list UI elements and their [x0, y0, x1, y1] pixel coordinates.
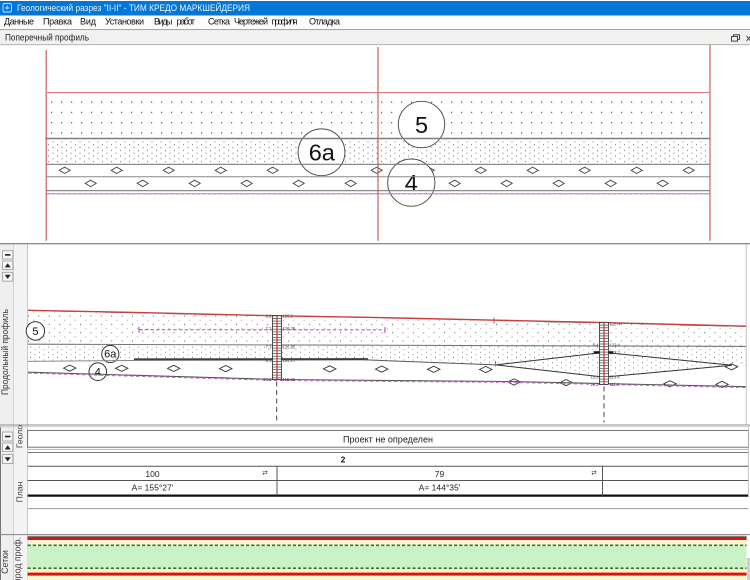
svg-text:2.2: 2.2 — [266, 314, 272, 319]
svg-text:Чертежей: Чертежей — [234, 17, 268, 27]
svg-text:122.2: 122.2 — [610, 350, 621, 355]
svg-text:Геоло: Геоло — [14, 425, 24, 449]
svg-text:7.3: 7.3 — [266, 345, 272, 350]
svg-text:Продольный профиль: Продольный профиль — [0, 309, 10, 395]
svg-text:А= 144°35': А= 144°35' — [419, 482, 461, 492]
svg-text:16.2: 16.2 — [590, 382, 599, 387]
svg-text:111.4: 111.4 — [610, 382, 621, 387]
svg-text:6а: 6а — [104, 349, 117, 361]
svg-text:Виды: Виды — [154, 17, 173, 27]
svg-text:Сетки: Сетки — [0, 550, 10, 574]
svg-text:100: 100 — [145, 469, 159, 479]
svg-text:работ: работ — [177, 17, 196, 27]
svg-text:115.28: 115.28 — [283, 377, 296, 382]
svg-text:Установки: Установки — [105, 17, 144, 27]
svg-text:Отладка: Отладка — [309, 17, 340, 27]
svg-text:Данные: Данные — [4, 17, 34, 27]
svg-text:7.2: 7.2 — [266, 326, 272, 331]
svg-text:128.2: 128.2 — [283, 314, 294, 319]
svg-text:⇄: ⇄ — [262, 470, 268, 477]
svg-text:2: 2 — [341, 455, 346, 464]
svg-text:⇄: ⇄ — [591, 470, 597, 477]
svg-text:6а: 6а — [309, 140, 336, 166]
svg-text:128.4: 128.4 — [610, 322, 621, 327]
svg-text:128.28: 128.28 — [283, 326, 296, 331]
svg-text:Геологический разрез "II-II" -: Геологический разрез "II-II" - ТИМ КРЕДО… — [17, 2, 250, 13]
svg-text:122.4: 122.4 — [610, 343, 621, 348]
svg-text:124.17: 124.17 — [283, 358, 296, 363]
svg-text:126.35: 126.35 — [283, 345, 296, 350]
svg-text:79: 79 — [435, 469, 445, 479]
svg-text:9.3: 9.3 — [266, 358, 272, 363]
svg-text:6.2: 6.2 — [593, 350, 599, 355]
svg-text:Поперечный профиль: Поперечный профиль — [5, 32, 89, 43]
svg-text:Правка: Правка — [43, 17, 72, 27]
svg-text:А= 155°27': А= 155°27' — [132, 482, 174, 492]
svg-text:15.0: 15.0 — [263, 377, 272, 382]
svg-text:Сетка: Сетка — [208, 17, 230, 27]
svg-text:прод проф.: прод проф. — [13, 537, 23, 580]
svg-text:профиля: профиля — [272, 17, 298, 27]
svg-text:Вид: Вид — [80, 17, 97, 27]
svg-text:Проект не определен: Проект не определен — [343, 435, 433, 445]
svg-text:5: 5 — [32, 326, 38, 338]
svg-text:15.2: 15.2 — [590, 375, 599, 380]
svg-text:5.4: 5.4 — [593, 343, 599, 348]
svg-text:4: 4 — [95, 367, 101, 379]
svg-text:113.4: 113.4 — [610, 375, 621, 380]
svg-text:4: 4 — [405, 170, 418, 196]
svg-text:План: План — [14, 481, 24, 502]
svg-text:5: 5 — [415, 112, 428, 138]
